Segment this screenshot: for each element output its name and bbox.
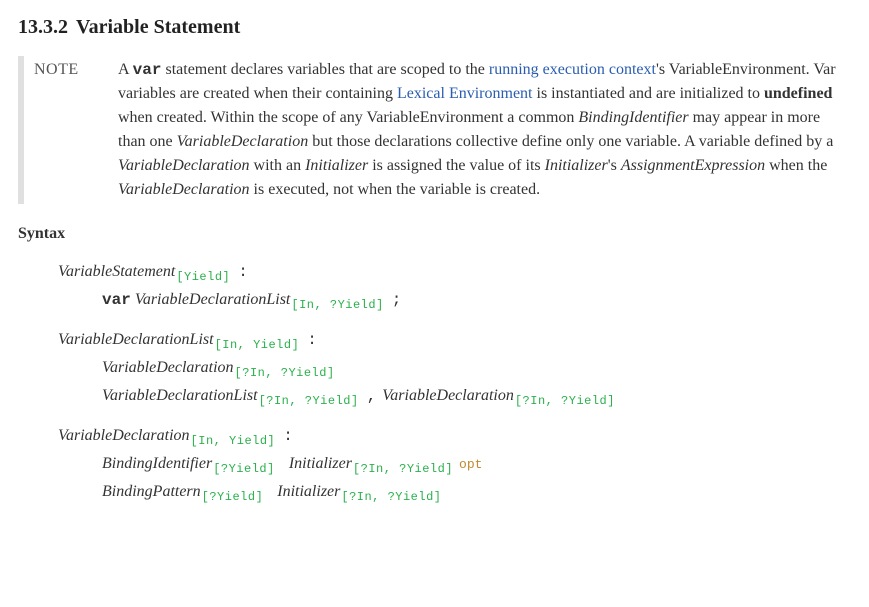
grammar-params: [?Yield] [213, 462, 275, 476]
opt-marker: opt [459, 457, 482, 472]
nonterminal: VariableDeclaration [177, 133, 309, 150]
nonterminal: VariableDeclaration [118, 181, 250, 198]
colon: : [283, 427, 293, 445]
note-text: but those declarations collective define… [308, 133, 833, 150]
grammar-params: [?In, ?Yield] [353, 462, 453, 476]
grammar-block: VariableStatement[Yield]: var VariableDe… [18, 260, 851, 504]
grammar-params: [?Yield] [202, 490, 264, 504]
undefined-keyword: undefined [764, 85, 832, 102]
rhs-nonterminal: Initializer [289, 455, 352, 472]
note-label: NOTE [34, 58, 118, 202]
grammar-params: [?In, ?Yield] [259, 394, 359, 408]
note-text: A [118, 61, 133, 78]
var-terminal: var [102, 291, 131, 309]
running-execution-context-link[interactable]: running execution context [489, 61, 656, 78]
rhs-nonterminal: VariableDeclarationList [102, 387, 258, 404]
note-text: when the [765, 157, 827, 174]
grammar-params: [Yield] [176, 270, 230, 284]
var-keyword: var [133, 61, 162, 79]
note-block: NOTE A var statement declares variables … [18, 56, 851, 204]
rhs-nonterminal: Initializer [277, 483, 340, 500]
rhs-nonterminal: BindingPattern [102, 483, 201, 500]
note-text: when created. Within the scope of any Va… [118, 109, 578, 126]
note-text: is executed, not when the variable is cr… [250, 181, 541, 198]
colon: : [307, 331, 317, 349]
colon: : [238, 263, 248, 281]
grammar-params: [In, Yield] [191, 434, 276, 448]
grammar-params: [?In, ?Yield] [235, 366, 335, 380]
grammar-params: [?In, ?Yield] [341, 490, 441, 504]
nonterminal: BindingIdentifier [578, 109, 688, 126]
nonterminal: AssignmentExpression [621, 157, 765, 174]
lhs-nonterminal: VariableDeclaration [58, 427, 190, 444]
note-text: statement declares variables that are sc… [161, 61, 488, 78]
syntax-heading: Syntax [18, 222, 851, 246]
lexical-environment-link[interactable]: Lexical Environment [397, 85, 533, 102]
grammar-params: [In, ?Yield] [291, 298, 383, 312]
production-variable-declaration: VariableDeclaration[In, Yield]: BindingI… [58, 424, 851, 504]
note-text: with an [250, 157, 306, 174]
semicolon-terminal: ; [392, 291, 402, 309]
rhs-nonterminal: BindingIdentifier [102, 455, 212, 472]
comma-terminal: , [367, 387, 377, 405]
rhs-nonterminal: VariableDeclarationList [135, 291, 291, 308]
rhs-nonterminal: VariableDeclaration [382, 387, 514, 404]
note-text: 's [608, 157, 621, 174]
note-body: A var statement declares variables that … [118, 58, 851, 202]
nonterminal: Initializer [545, 157, 608, 174]
note-text: is assigned the value of its [368, 157, 544, 174]
nonterminal: VariableDeclaration [118, 157, 250, 174]
grammar-params: [In, Yield] [215, 338, 300, 352]
note-text: is instantiated and are initialized to [533, 85, 764, 102]
rhs-nonterminal: VariableDeclaration [102, 359, 234, 376]
lhs-nonterminal: VariableStatement [58, 263, 175, 280]
section-heading: 13.3.2 Variable Statement [18, 12, 851, 42]
grammar-params: [?In, ?Yield] [515, 394, 615, 408]
lhs-nonterminal: VariableDeclarationList [58, 331, 214, 348]
production-variable-declaration-list: VariableDeclarationList[In, Yield]: Vari… [58, 328, 851, 408]
nonterminal: Initializer [305, 157, 368, 174]
section-title: Variable Statement [76, 16, 240, 38]
production-variable-statement: VariableStatement[Yield]: var VariableDe… [58, 260, 851, 312]
section-number: 13.3.2 [18, 16, 68, 38]
